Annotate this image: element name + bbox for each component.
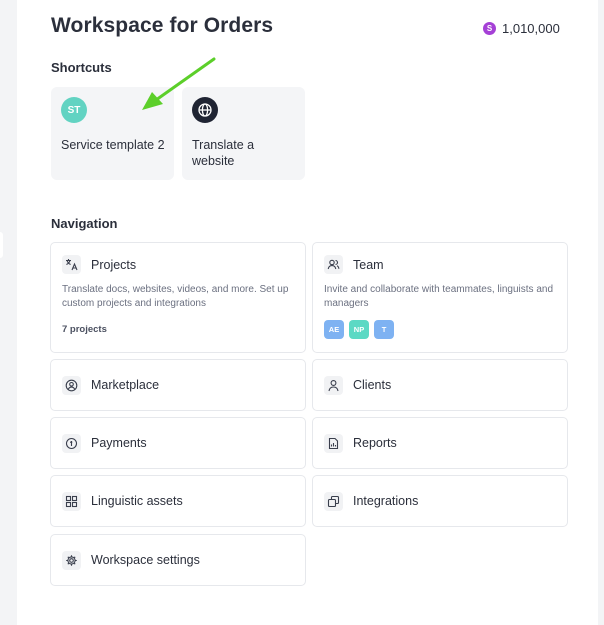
users-icon [324,255,343,274]
shortcut-service-template[interactable]: ST Service template 2 [51,87,174,180]
service-template-avatar: ST [61,97,87,123]
projects-count: 7 projects [62,324,107,335]
shortcuts-title: Shortcuts [51,60,112,75]
nav-card-linguistic-assets[interactable]: Linguistic assets [50,475,306,527]
team-members: AE NP T [324,320,394,339]
payments-title: Payments [91,436,147,450]
shortcut-label: Translate a website [192,138,255,168]
page-title: Workspace for Orders [51,14,274,37]
clients-title: Clients [353,378,392,392]
nav-card-clients[interactable]: Clients [312,359,568,411]
coin-icon [62,434,81,453]
member-avatar[interactable]: NP [349,320,369,339]
integrations-title: Integrations [353,494,419,508]
report-icon [324,434,343,453]
grid-icon [62,492,81,511]
member-avatar[interactable]: T [374,320,394,339]
nav-card-integrations[interactable]: Integrations [312,475,568,527]
nav-card-reports[interactable]: Reports [312,417,568,469]
user-circle-icon [62,376,81,395]
shortcut-label: Service template 2 [61,138,165,152]
coin-icon: S [483,21,496,35]
balance-indicator[interactable]: S 1,010,000 [483,20,560,36]
member-avatar[interactable]: AE [324,320,344,339]
projects-title: Projects [91,258,137,272]
gear-icon [62,551,81,570]
marketplace-title: Marketplace [91,378,160,392]
person-icon [324,376,343,395]
shortcut-translate-website[interactable]: Translate a website [182,87,305,180]
translate-icon [62,255,81,274]
projects-description: Translate docs, websites, videos, and mo… [62,284,289,309]
nav-card-team[interactable]: Team Invite and collaborate with teammat… [312,242,568,353]
collapsed-sidebar-edge [0,232,3,258]
linguistic-assets-title: Linguistic assets [91,494,183,508]
team-title: Team [353,258,384,272]
workspace-settings-title: Workspace settings [91,553,200,567]
nav-card-marketplace[interactable]: Marketplace [50,359,306,411]
reports-title: Reports [353,436,397,450]
nav-card-projects[interactable]: Projects Translate docs, websites, video… [50,242,306,353]
navigation-title: Navigation [51,216,118,231]
nav-card-payments[interactable]: Payments [50,417,306,469]
nav-card-workspace-settings[interactable]: Workspace settings [50,534,306,586]
globe-icon [192,97,218,123]
balance-value: 1,010,000 [502,20,560,36]
team-description: Invite and collaborate with teammates, l… [324,284,554,309]
integrations-icon [324,492,343,511]
